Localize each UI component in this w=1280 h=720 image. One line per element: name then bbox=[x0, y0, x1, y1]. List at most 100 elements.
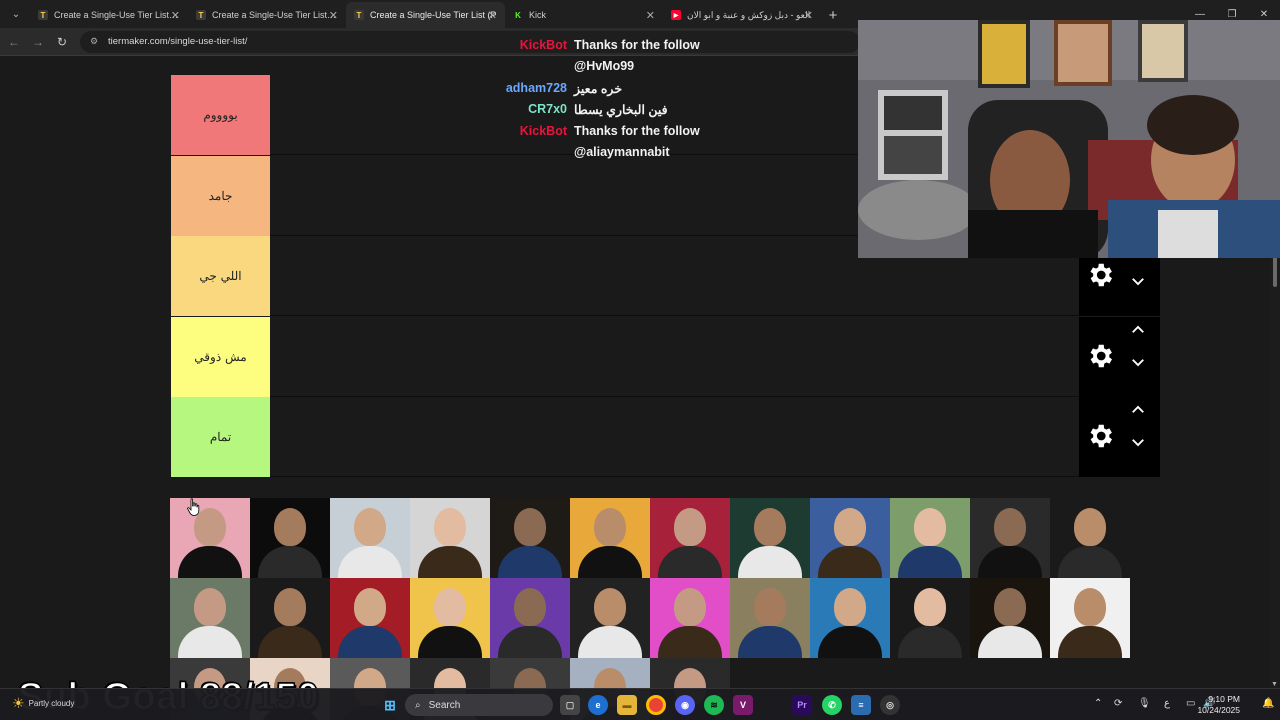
tray-overflow-icon[interactable]: ⌃ bbox=[1094, 698, 1102, 709]
gear-icon[interactable] bbox=[1085, 341, 1115, 371]
weather-widget[interactable]: ☀ Partly cloudy bbox=[12, 695, 74, 712]
tier-item-image[interactable] bbox=[810, 578, 890, 658]
scroll-down-arrow-icon[interactable]: ▼ bbox=[1271, 681, 1278, 688]
browser-tab-youtube[interactable]: ▶ العو - دبل زوكش و عنبة و ابو الان ✕ bbox=[663, 2, 821, 28]
address-bar[interactable]: ⚙ tiermaker.com/single-use-tier-list/ bbox=[80, 30, 860, 53]
tier-item-image[interactable] bbox=[410, 578, 490, 658]
tab-close-icon[interactable]: ✕ bbox=[646, 9, 655, 22]
browser-tab-3-active[interactable]: T Create a Single-Use Tier List (P ✕ bbox=[346, 2, 505, 28]
obs-icon[interactable]: ◎ bbox=[880, 695, 900, 715]
notepad-icon[interactable]: ≡ bbox=[851, 695, 871, 715]
move-down-icon[interactable] bbox=[1128, 433, 1148, 451]
tier-item-image[interactable] bbox=[730, 498, 810, 578]
back-icon[interactable]: ← bbox=[2, 30, 26, 54]
file-explorer-icon[interactable]: ▬ bbox=[617, 695, 637, 715]
portrait-head bbox=[834, 508, 866, 546]
portrait-body bbox=[898, 626, 962, 658]
language-indicator[interactable]: ع bbox=[1164, 698, 1170, 709]
move-down-icon[interactable] bbox=[1128, 353, 1148, 371]
forward-icon[interactable]: → bbox=[26, 30, 50, 54]
portrait-head bbox=[354, 588, 386, 626]
tier-item-image[interactable] bbox=[570, 498, 650, 578]
reload-icon[interactable]: ↻ bbox=[50, 30, 74, 54]
portrait-body bbox=[978, 546, 1042, 578]
tier-item-image[interactable] bbox=[970, 578, 1050, 658]
tier-item-image[interactable] bbox=[890, 578, 970, 658]
tier-label[interactable]: بووووم bbox=[171, 75, 270, 155]
tier-item-image[interactable] bbox=[250, 578, 330, 658]
portrait-head bbox=[354, 508, 386, 546]
weather-sun-icon: ☀ bbox=[12, 695, 25, 711]
gear-icon[interactable] bbox=[1085, 421, 1115, 451]
browser-tab-2[interactable]: T Create a Single-Use Tier List (P ✕ bbox=[188, 2, 346, 28]
tab-close-icon[interactable]: ✕ bbox=[488, 9, 497, 22]
hand-cursor-icon bbox=[187, 498, 200, 516]
portrait-body bbox=[178, 626, 242, 658]
tier-item-image[interactable] bbox=[1050, 498, 1130, 578]
browser-tab-kick[interactable]: K Kick ✕ bbox=[505, 2, 663, 28]
tier-item-image[interactable] bbox=[890, 498, 970, 578]
tier-item-image[interactable] bbox=[170, 498, 250, 578]
browser-tab-1[interactable]: T Create a Single-Use Tier List (P ✕ bbox=[30, 2, 188, 28]
tier-item-image[interactable] bbox=[330, 498, 410, 578]
premiere-icon[interactable]: Pr bbox=[792, 695, 812, 715]
portrait-head bbox=[274, 508, 306, 546]
whatsapp-icon[interactable]: ✆ bbox=[822, 695, 842, 715]
tier-item-image[interactable] bbox=[410, 498, 490, 578]
portrait-head bbox=[994, 508, 1026, 546]
tier-label[interactable]: اللي جي bbox=[171, 236, 270, 316]
tab-close-icon[interactable]: ✕ bbox=[329, 9, 338, 22]
taskbar-clock[interactable]: 9:10 PM 10/24/2025 bbox=[1197, 694, 1240, 716]
notifications-icon[interactable]: 🔔 bbox=[1262, 698, 1274, 709]
discord-icon[interactable]: ◉ bbox=[675, 695, 695, 715]
task-view-icon[interactable]: ▢ bbox=[560, 695, 580, 715]
tier-label[interactable]: جامد bbox=[171, 156, 270, 236]
portrait-body bbox=[498, 626, 562, 658]
tier-dropzone[interactable] bbox=[271, 397, 1079, 477]
chat-text: @HvMo99 bbox=[574, 59, 635, 73]
tier-label[interactable]: تمام bbox=[171, 397, 270, 477]
tab-search-menu-icon[interactable]: ⌄ bbox=[4, 2, 28, 26]
tier-item-image[interactable] bbox=[170, 578, 250, 658]
gear-icon[interactable] bbox=[1085, 260, 1115, 290]
tier-item-image[interactable] bbox=[570, 578, 650, 658]
tier-item-image[interactable] bbox=[730, 578, 810, 658]
taskbar-search[interactable]: ⌕ Search bbox=[405, 694, 553, 716]
spotify-icon[interactable]: ≋ bbox=[704, 695, 724, 715]
tier-row: مش ذوقي bbox=[171, 317, 1079, 397]
portrait-head bbox=[754, 588, 786, 626]
tab-close-icon[interactable]: ✕ bbox=[804, 9, 813, 22]
tray-app-icon[interactable]: ⟳ bbox=[1114, 698, 1122, 709]
vegas-icon[interactable]: V bbox=[733, 695, 753, 715]
microphone-icon[interactable]: 🎙 bbox=[1138, 698, 1151, 709]
windows-start-icon[interactable]: ⊞ bbox=[380, 695, 400, 715]
tier-item-image[interactable] bbox=[490, 498, 570, 578]
move-down-icon[interactable] bbox=[1128, 272, 1148, 290]
tier-label[interactable]: مش ذوقي bbox=[171, 317, 270, 397]
network-icon[interactable]: ▭ bbox=[1186, 698, 1195, 709]
tier-dropzone[interactable] bbox=[271, 317, 1079, 397]
tier-item-image[interactable] bbox=[1050, 578, 1130, 658]
url-text: tiermaker.com/single-use-tier-list/ bbox=[108, 36, 248, 47]
move-up-icon[interactable] bbox=[1128, 401, 1148, 419]
portrait-body bbox=[498, 546, 562, 578]
portrait-head bbox=[1074, 508, 1106, 546]
portrait-head bbox=[434, 588, 466, 626]
tier-item-image[interactable] bbox=[970, 498, 1050, 578]
site-info-icon[interactable]: ⚙ bbox=[90, 36, 102, 48]
scrollbar-thumb[interactable] bbox=[1273, 257, 1277, 287]
new-tab-button[interactable]: + bbox=[821, 3, 845, 27]
tier-item-image[interactable] bbox=[490, 578, 570, 658]
tier-item-image[interactable] bbox=[810, 498, 890, 578]
chat-username: CR7x0 bbox=[528, 102, 567, 116]
tier-item-image[interactable] bbox=[250, 498, 330, 578]
tier-item-image[interactable] bbox=[650, 498, 730, 578]
tier-item-image[interactable] bbox=[330, 578, 410, 658]
portrait-body bbox=[578, 546, 642, 578]
edge-icon[interactable]: e bbox=[588, 695, 608, 715]
chrome-icon[interactable] bbox=[646, 695, 666, 715]
tab-close-icon[interactable]: ✕ bbox=[171, 9, 180, 22]
tier-item-image[interactable] bbox=[650, 578, 730, 658]
tier-controls bbox=[1079, 317, 1160, 397]
move-up-icon[interactable] bbox=[1128, 321, 1148, 339]
